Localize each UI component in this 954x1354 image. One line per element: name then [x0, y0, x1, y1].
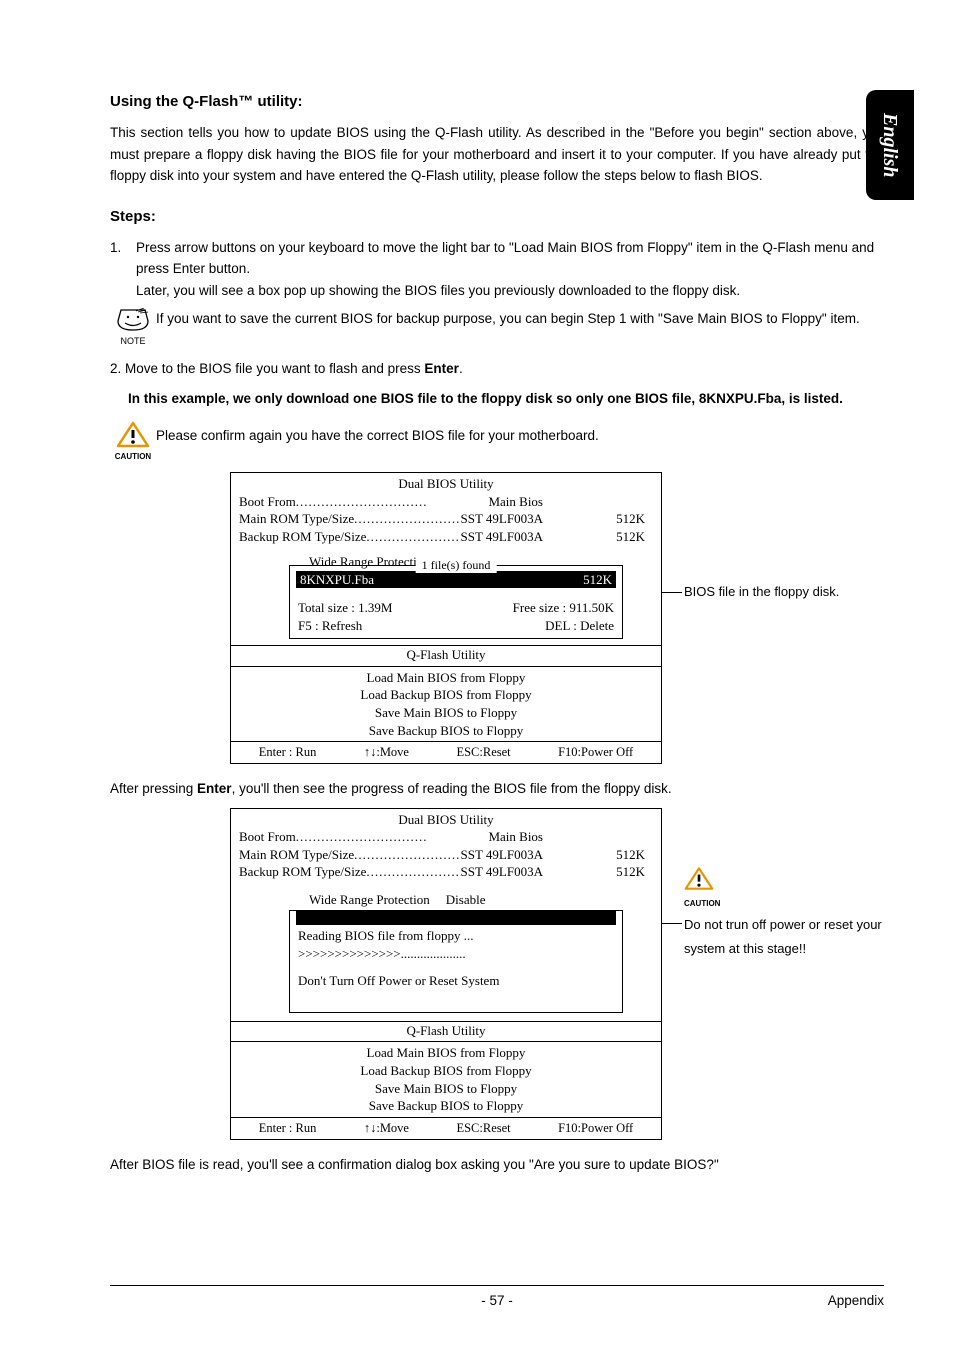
- note-icon: NOTE: [110, 308, 156, 348]
- step-1-number: 1.: [110, 237, 136, 302]
- language-tab: English: [866, 90, 914, 200]
- bios-screen-1: Dual BIOS Utility Boot From ............…: [230, 472, 662, 764]
- reading-popup: Reading BIOS file from floppy ... >>>>>>…: [289, 910, 623, 1013]
- step-1: 1. Press arrow buttons on your keyboard …: [110, 237, 884, 302]
- page-number: - 57 -: [481, 1290, 513, 1312]
- step-2: 2. Move to the BIOS file you want to fla…: [110, 358, 884, 380]
- after-read-text: After BIOS file is read, you'll see a co…: [110, 1154, 884, 1176]
- popup-title: 1 file(s) found: [416, 557, 497, 573]
- step-1-text-b: Later, you will see a box pop up showing…: [136, 280, 884, 302]
- side-note-2: CAUTION Do not trun off power or reset y…: [662, 808, 884, 901]
- caution-label: CAUTION: [115, 452, 151, 461]
- note-text: If you want to save the current BIOS for…: [156, 308, 884, 330]
- bios-title: Dual BIOS Utility: [239, 475, 653, 493]
- bios-screen-2: Dual BIOS Utility Boot From ............…: [230, 808, 662, 1140]
- caution-icon: CAUTION: [110, 421, 156, 464]
- file-popup: 1 file(s) found 8KNXPU.Fba 512K Total si…: [289, 565, 623, 640]
- side-note-1: BIOS file in the floppy disk.: [662, 472, 884, 495]
- example-bold-text: In this example, we only download one BI…: [128, 386, 884, 412]
- intro-paragraph: This section tells you how to update BIO…: [110, 122, 884, 187]
- step-1-text-a: Press arrow buttons on your keyboard to …: [136, 237, 884, 280]
- file-highlight: 8KNXPU.Fba 512K: [296, 571, 616, 589]
- heading-steps: Steps:: [110, 205, 884, 229]
- note-label: NOTE: [120, 336, 145, 346]
- util-menu: Load Main BIOS from Floppy Load Backup B…: [231, 667, 661, 742]
- page-footer: - 57 - Appendix: [110, 1285, 884, 1312]
- caution-icon-small: CAUTION: [684, 866, 884, 912]
- key-hints: Enter : Run ↑↓:Move ESC:Reset F10:Power …: [231, 742, 661, 763]
- section-name: Appendix: [828, 1290, 884, 1312]
- heading-using-qflash: Using the Q-Flash™ utility:: [110, 90, 884, 114]
- after-enter-text: After pressing Enter, you'll then see th…: [110, 778, 884, 800]
- caution-text: Please confirm again you have the correc…: [156, 421, 884, 447]
- util-title: Q-Flash Utility: [231, 646, 661, 667]
